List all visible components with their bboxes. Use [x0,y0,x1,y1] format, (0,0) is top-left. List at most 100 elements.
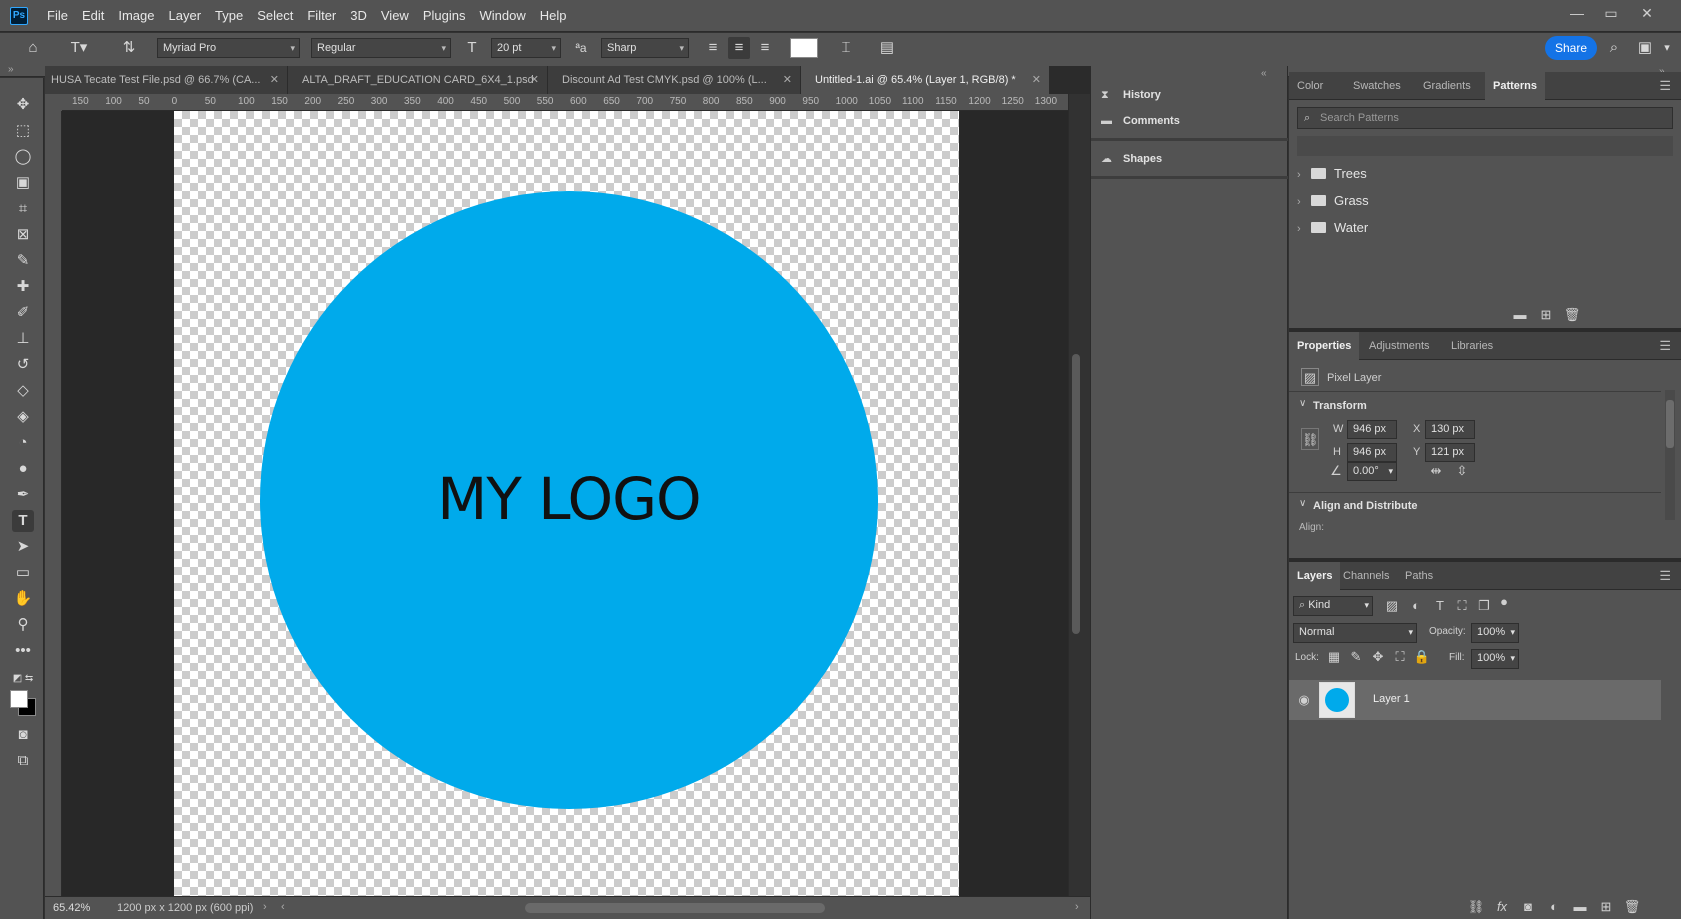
menu-type[interactable]: Type [208,0,250,32]
workspace-chevron-icon[interactable]: ▾ [1656,37,1678,59]
screen-mode-icon[interactable]: ⧉ [12,750,34,772]
document-tab-active[interactable]: Untitled-1.ai @ 65.4% (Layer 1, RGB/8) *… [801,66,1050,94]
tab-channels[interactable]: Channels [1335,562,1397,590]
toggle-text-orientation-icon[interactable]: ⇅ [118,37,140,59]
layer-effects-icon[interactable]: fx [1493,898,1511,916]
fill-field[interactable]: 100% ▾ [1471,649,1519,669]
angle-field[interactable]: 0.00° ▾ [1347,462,1397,481]
filter-shape-icon[interactable]: ⛶ [1453,597,1471,615]
menu-edit[interactable]: Edit [75,0,111,32]
eye-icon[interactable]: ◉ [1295,691,1313,709]
vertical-ruler[interactable] [45,111,62,896]
chevron-down-icon[interactable]: ∨ [1299,498,1306,509]
anti-alias-select[interactable]: Sharp ▾ [601,38,689,58]
logo-text[interactable]: MY LOGO [260,465,878,533]
share-button[interactable]: Share [1545,36,1597,60]
align-right-icon[interactable]: ≡ [754,37,776,59]
status-menu-icon[interactable]: › [263,901,267,913]
history-panel-button[interactable]: ⧗ History [1101,83,1161,107]
move-tool-icon[interactable]: ✥ [12,94,34,116]
horizontal-ruler[interactable]: 150 100 50 0 50 100 150 200 250 300 350 400 450 500 55… [62,94,1068,111]
search-icon[interactable]: ⌕ [1603,37,1625,59]
font-style-select[interactable]: Regular ▾ [311,38,451,58]
layer-filter-select[interactable]: ⌕ Kind ▾ [1293,596,1373,616]
menu-window[interactable]: Window [472,0,532,32]
clone-stamp-tool-icon[interactable]: ⊥ [12,328,34,350]
lock-position-icon[interactable]: ✥ [1369,648,1387,666]
lock-transparent-icon[interactable]: ▦ [1325,648,1343,666]
transform-section-title[interactable]: Transform [1313,400,1367,412]
new-layer-icon[interactable]: ⊞ [1597,898,1615,916]
tab-swatches[interactable]: Swatches [1345,72,1409,100]
panel-menu-icon[interactable]: ☰ [1659,338,1671,354]
scrollbar-thumb[interactable] [1072,354,1080,634]
type-tool-icon[interactable]: T [12,510,34,532]
document-tab[interactable]: HUSA Tecate Test File.psd @ 66.7% (CA...… [45,66,288,94]
align-center-icon[interactable]: ≡ [728,37,750,59]
opacity-field[interactable]: 100% ▾ [1471,623,1519,643]
logo-circle[interactable]: MY LOGO [260,191,878,809]
menu-view[interactable]: View [374,0,416,32]
properties-scrollbar[interactable] [1665,390,1675,520]
pattern-group-trees[interactable]: › Trees [1297,161,1367,187]
filter-type-icon[interactable]: T [1431,597,1449,615]
blur-tool-icon[interactable]: ◔ [12,432,34,454]
new-pattern-icon[interactable]: ⊞ [1537,306,1555,324]
restore-button[interactable]: ▭ [1594,0,1628,28]
rectangle-tool-icon[interactable]: ▭ [12,562,34,584]
history-brush-tool-icon[interactable]: ↺ [12,354,34,376]
filter-adjustment-icon[interactable]: ◐ [1407,597,1425,615]
link-dimensions-icon[interactable]: ⛓ [1301,428,1319,450]
tab-libraries[interactable]: Libraries [1443,332,1501,360]
chevron-right-icon[interactable]: › [1297,216,1307,242]
pen-tool-icon[interactable]: ✒ [12,484,34,506]
document-tab[interactable]: ALTA_DRAFT_EDUCATION CARD_6X4_1.psd ✕ [288,66,548,94]
delete-icon[interactable]: 🗑 [1563,306,1581,324]
chevron-down-icon[interactable]: ∨ [1299,398,1306,409]
tab-layers[interactable]: Layers [1289,562,1341,590]
object-selection-tool-icon[interactable]: ▣ [12,172,34,194]
menu-layer[interactable]: Layer [162,0,209,32]
adjustment-layer-icon[interactable]: ◐ [1545,898,1563,916]
close-button[interactable]: ✕ [1630,0,1664,28]
hand-tool-icon[interactable]: ✋ [12,588,34,610]
tab-properties[interactable]: Properties [1289,332,1360,360]
home-icon[interactable]: ⌂ [22,37,44,59]
menu-3d[interactable]: 3D [343,0,374,32]
zoom-tool-icon[interactable]: ⚲ [12,614,34,636]
chevron-right-icon[interactable]: › [1297,162,1307,188]
scroll-right-icon[interactable]: › [1075,901,1079,913]
delete-layer-icon[interactable]: 🗑 [1623,898,1641,916]
panel-menu-icon[interactable]: ☰ [1659,568,1671,584]
frame-tool-icon[interactable]: ⊠ [12,224,34,246]
tab-adjustments[interactable]: Adjustments [1361,332,1438,360]
lock-image-icon[interactable]: ✎ [1347,648,1365,666]
new-group-icon[interactable]: ▬ [1511,306,1529,324]
filter-pixel-icon[interactable]: ▨ [1383,597,1401,615]
dodge-tool-icon[interactable]: ● [12,458,34,480]
horizontal-scrollbar-thumb[interactable] [525,903,825,913]
document-tab[interactable]: Discount Ad Test CMYK.psd @ 100% (L... ✕ [548,66,801,94]
close-tab-icon[interactable]: ✕ [530,66,539,94]
brush-tool-icon[interactable]: ✐ [12,302,34,324]
lasso-tool-icon[interactable]: ◯ [12,146,34,168]
tab-color[interactable]: Color [1289,72,1331,100]
layer-row[interactable]: ◉ Layer 1 [1289,680,1661,720]
menu-select[interactable]: Select [250,0,300,32]
menu-help[interactable]: Help [533,0,574,32]
font-family-select[interactable]: Myriad Pro ▾ [157,38,300,58]
collapse-toolbar-icon[interactable]: » [8,64,14,75]
link-layers-icon[interactable]: ⛓ [1467,898,1485,916]
zoom-level[interactable]: 65.42% [53,902,90,914]
minimize-button[interactable]: — [1560,0,1594,28]
eraser-tool-icon[interactable]: ◇ [12,380,34,402]
scrollbar-thumb[interactable] [1666,400,1674,448]
type-tool-preset-icon[interactable]: T▾ [64,37,94,59]
path-selection-tool-icon[interactable]: ➤ [12,536,34,558]
paint-bucket-tool-icon[interactable]: ◈ [12,406,34,428]
y-field[interactable]: 121 px [1425,443,1475,462]
quick-mask-icon[interactable]: ◙ [12,724,34,746]
lock-all-icon[interactable]: 🔒 [1413,648,1431,666]
ruler-origin[interactable] [45,94,62,111]
menu-plugins[interactable]: Plugins [416,0,473,32]
